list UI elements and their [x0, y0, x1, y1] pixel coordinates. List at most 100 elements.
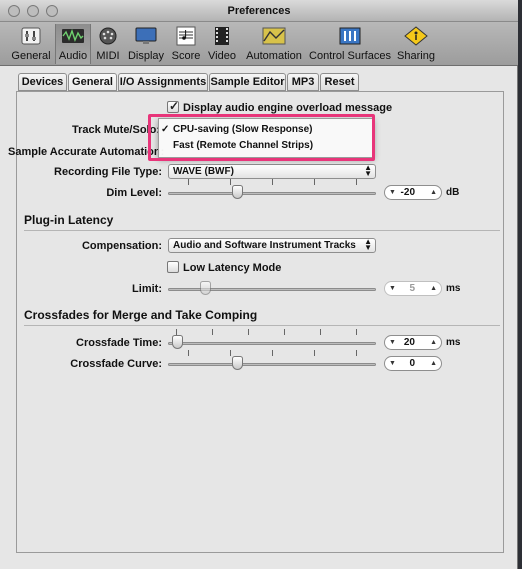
toolbar-midi[interactable]: MIDI [94, 24, 122, 64]
toolbar-display[interactable]: Display [126, 24, 166, 64]
slider-knob[interactable] [200, 281, 211, 295]
recording-file-type-value: WAVE (BWF) [173, 166, 234, 177]
increment-arrow-icon[interactable]: ▲ [430, 282, 437, 295]
limit-label: Limit: [132, 283, 162, 295]
toolbar-label: Score [171, 50, 201, 62]
crossfade-time-label: Crossfade Time: [76, 337, 162, 349]
limit-unit: ms [446, 283, 461, 294]
sharing-icon [404, 26, 428, 46]
minimize-window-button[interactable] [27, 5, 39, 17]
toolbar-label: Display [127, 50, 165, 62]
recording-file-type-popup[interactable]: WAVE (BWF) ▲ ▼ [168, 164, 376, 179]
toolbar-label: General [11, 50, 51, 62]
toolbar-general[interactable]: General [10, 24, 52, 64]
toolbar-sharing[interactable]: Sharing [396, 24, 436, 64]
desktop-background [518, 0, 522, 569]
toolbar-score[interactable]: Score [170, 24, 202, 64]
dim-level-label: Dim Level: [106, 187, 162, 199]
control-surfaces-icon [339, 27, 361, 45]
slider-tick [320, 329, 321, 335]
slider-tick [356, 329, 357, 335]
crossfade-time-unit: ms [446, 337, 461, 348]
tab-label: Devices [21, 76, 64, 88]
slider-track [168, 363, 376, 366]
crossfade-time-value: 20 [403, 337, 415, 348]
slider-knob[interactable] [172, 335, 183, 349]
tab-mp3[interactable]: MP3 [287, 73, 319, 91]
slider-tick [356, 179, 357, 185]
toolbar-control-surfaces[interactable]: Control Surfaces [308, 24, 392, 64]
toolbar-label: Control Surfaces [309, 50, 391, 62]
decrement-arrow-icon[interactable]: ▼ [389, 282, 396, 295]
overload-message-checkbox[interactable] [167, 99, 179, 113]
dim-level-field[interactable]: ▼ -20 ▲ [384, 185, 442, 200]
slider-tick [248, 329, 249, 335]
low-latency-mode-checkbox[interactable] [167, 261, 179, 273]
recording-file-type-label: Recording File Type: [54, 166, 162, 178]
dim-level-slider[interactable] [168, 179, 376, 199]
toolbar-label: Sharing [397, 50, 435, 62]
slider-tick [188, 179, 189, 185]
sample-accurate-automation-label: Sample Accurate Automation: [8, 146, 165, 158]
tab-sample-editor[interactable]: Sample Editor [209, 73, 286, 91]
title-bar: Preferences [0, 0, 518, 22]
slider-knob[interactable] [232, 356, 243, 370]
crossfade-curve-label: Crossfade Curve: [70, 358, 162, 370]
tab-label: I/O Assignments [119, 76, 207, 88]
compensation-popup[interactable]: Audio and Software Instrument Tracks ▲ ▼ [168, 238, 376, 253]
decrement-arrow-icon[interactable]: ▼ [389, 186, 396, 199]
slider-tick [272, 179, 273, 185]
toolbar-audio[interactable]: Audio [55, 24, 91, 64]
slider-tick [188, 350, 189, 356]
score-icon [176, 26, 196, 46]
track-mute-solo-label: Track Mute/Solo: [71, 124, 160, 136]
toolbar-label: Audio [58, 50, 88, 62]
zoom-window-button[interactable] [46, 5, 58, 17]
compensation-label: Compensation: [81, 240, 162, 252]
toolbar-automation[interactable]: Automation [244, 24, 304, 64]
tab-io-assignments[interactable]: I/O Assignments [118, 73, 208, 91]
tab-label: General [72, 76, 113, 88]
dim-level-unit: dB [446, 187, 460, 198]
slider-knob[interactable] [232, 185, 243, 199]
crossfade-time-slider[interactable] [168, 329, 376, 349]
decrement-arrow-icon[interactable]: ▼ [389, 357, 396, 370]
plugin-latency-title: Plug-in Latency [24, 213, 114, 227]
crossfade-curve-slider[interactable] [168, 350, 376, 370]
highlight-box [148, 114, 375, 161]
increment-arrow-icon[interactable]: ▲ [430, 357, 437, 370]
slider-track [168, 342, 376, 345]
slider-tick [314, 350, 315, 356]
popup-arrows-icon: ▲ ▼ [364, 163, 372, 178]
toolbar-video[interactable]: Video [205, 24, 239, 64]
slider-tick [212, 329, 213, 335]
low-latency-mode-label: Low Latency Mode [183, 262, 282, 274]
slider-tick [230, 350, 231, 356]
toolbar-label: MIDI [96, 50, 120, 62]
tab-devices[interactable]: Devices [18, 73, 67, 91]
compensation-value: Audio and Software Instrument Tracks [173, 240, 356, 251]
crossfade-curve-field[interactable]: ▼ 0 ▲ [384, 356, 442, 371]
section-divider [24, 325, 500, 326]
audio-icon [62, 28, 84, 43]
automation-icon [262, 27, 286, 45]
limit-slider[interactable] [168, 281, 376, 295]
tab-label: Reset [324, 76, 355, 88]
increment-arrow-icon[interactable]: ▲ [430, 336, 437, 349]
tab-reset[interactable]: Reset [320, 73, 359, 91]
preferences-window: Preferences General Audio MIDI Display S… [0, 0, 518, 569]
crossfade-curve-value: 0 [409, 358, 415, 369]
decrement-arrow-icon[interactable]: ▼ [389, 336, 396, 349]
slider-track [168, 192, 376, 195]
tab-general[interactable]: General [68, 73, 117, 91]
midi-icon [99, 27, 117, 45]
window-title: Preferences [227, 5, 291, 17]
section-divider [24, 230, 500, 231]
overload-message-label: Display audio engine overload message [183, 102, 393, 114]
crossfade-time-field[interactable]: ▼ 20 ▲ [384, 335, 442, 350]
slider-tick [272, 350, 273, 356]
limit-field[interactable]: ▼ 5 ▲ [384, 281, 442, 296]
increment-arrow-icon[interactable]: ▲ [430, 186, 437, 199]
popup-arrows-icon: ▲ ▼ [364, 237, 372, 252]
close-window-button[interactable] [8, 5, 20, 17]
